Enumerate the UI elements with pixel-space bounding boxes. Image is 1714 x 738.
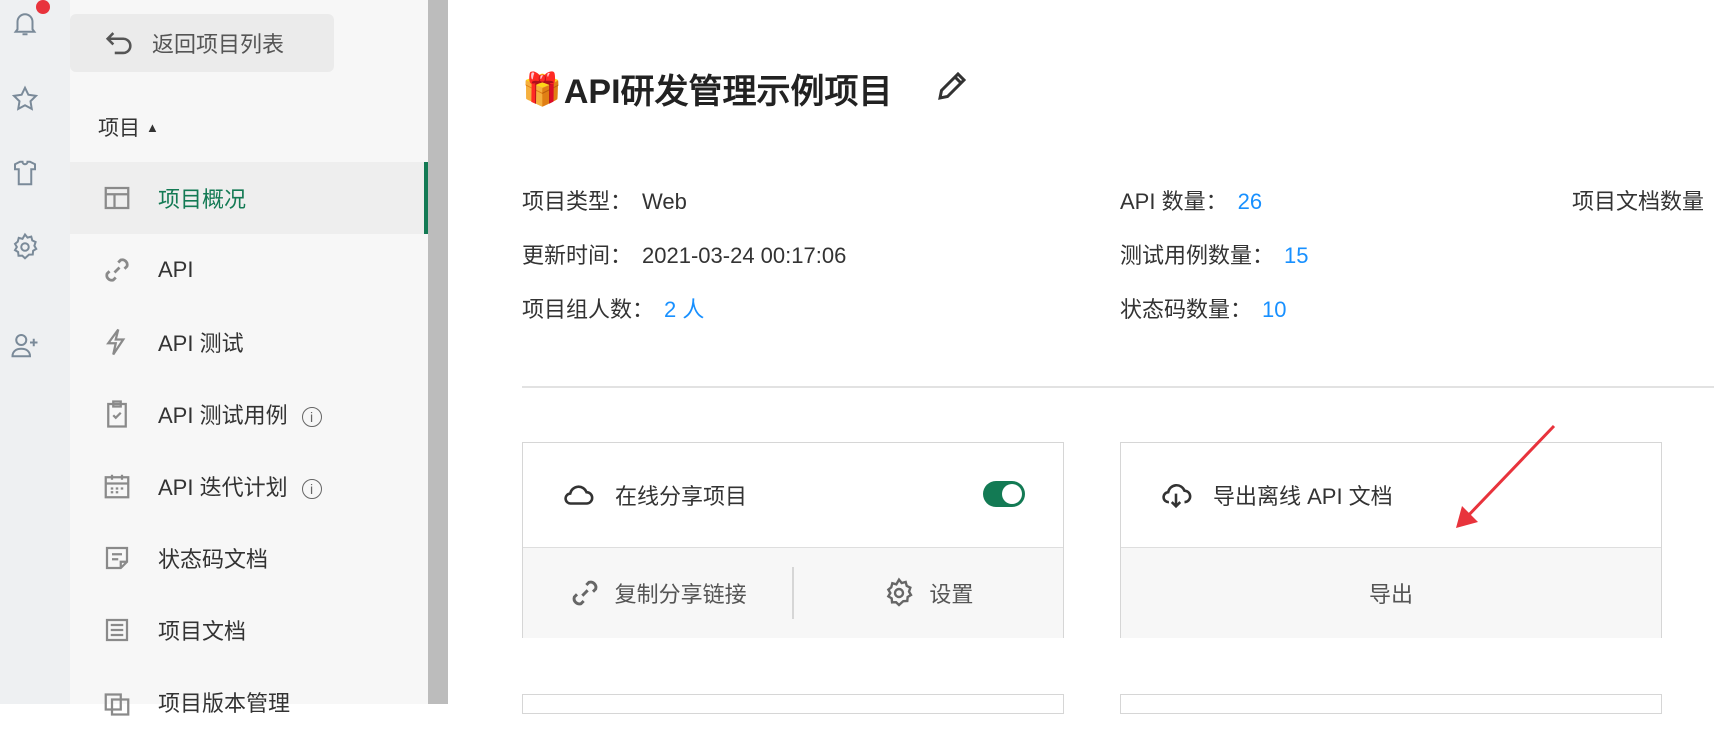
edit-pencil-icon[interactable]: [934, 68, 970, 104]
sidebar-item-label: API: [158, 257, 194, 282]
lightning-icon: [100, 325, 134, 359]
meta-label: 状态码数量：: [1120, 297, 1253, 322]
sidebar-scrollbar[interactable]: [428, 0, 448, 704]
section-project-toggle[interactable]: 项目 ▲: [98, 112, 159, 142]
meta-status-code-count: 状态码数量： 10: [1120, 292, 1287, 324]
settings-icon[interactable]: [8, 230, 42, 264]
project-name: API研发管理示例项目: [563, 73, 893, 111]
export-card-title: 导出离线 API 文档: [1213, 484, 1393, 509]
project-sidebar: 返回项目列表 项目 ▲ 项目概况 API API 测试 API 测试用例 i A…: [70, 0, 428, 716]
meta-project-type: 项目类型： Web: [522, 184, 687, 216]
sidebar-item-overview[interactable]: 项目概况: [70, 162, 428, 234]
info-icon[interactable]: i: [301, 407, 322, 428]
annotation-arrow: [1456, 424, 1556, 528]
export-card-header: 导出离线 API 文档: [1121, 443, 1661, 547]
link-icon: [572, 580, 597, 606]
chevron-up-icon: ▲: [146, 119, 159, 135]
next-card-right: [1120, 694, 1662, 714]
export-button[interactable]: 导出: [1121, 548, 1661, 638]
next-card-left: [522, 694, 1064, 714]
share-card-title: 在线分享项目: [615, 484, 748, 509]
version-icon: [100, 685, 134, 719]
meta-updated-time: 更新时间： 2021-03-24 00:17:06: [522, 238, 846, 270]
meta-label: 项目组人数：: [522, 297, 655, 322]
back-label: 返回项目列表: [152, 32, 285, 57]
export-doc-card: 导出离线 API 文档 导出: [1120, 442, 1662, 638]
gear-icon: [887, 577, 914, 607]
note-icon: [100, 541, 134, 575]
cloud-icon: [564, 485, 594, 505]
meta-label: 项目类型：: [522, 189, 633, 214]
sidebar-item-status-code[interactable]: 状态码文档: [70, 522, 428, 594]
sidebar-item-label: API 迭代计划: [158, 475, 288, 500]
sidebar-item-label: 项目概况: [158, 187, 247, 212]
sidebar-item-label: 项目文档: [158, 619, 247, 644]
meta-testcase-count: 测试用例数量： 15: [1120, 238, 1309, 270]
notification-badge: [36, 0, 50, 14]
api-count-link[interactable]: 26: [1238, 189, 1262, 214]
shirt-icon[interactable]: [8, 156, 42, 190]
sidebar-item-version[interactable]: 项目版本管理: [70, 666, 428, 738]
status-code-count-link[interactable]: 10: [1262, 297, 1286, 322]
sidebar-item-label: 项目版本管理: [158, 691, 291, 716]
meta-value: 2021-03-24 00:17:06: [642, 243, 847, 268]
sidebar-item-api[interactable]: API: [70, 234, 428, 306]
sidebar-item-label: API 测试: [158, 331, 244, 356]
calendar-icon: [100, 469, 134, 503]
cloud-download-icon: [1162, 484, 1192, 509]
sidebar-item-project-docs[interactable]: 项目文档: [70, 594, 428, 666]
sidebar-item-label: 状态码文档: [158, 547, 269, 572]
share-card-header: 在线分享项目: [523, 443, 1063, 547]
copy-share-link-button[interactable]: 复制分享链接: [523, 548, 792, 638]
meta-label: API 数量：: [1120, 189, 1228, 214]
list-doc-icon: [100, 613, 134, 647]
sidebar-item-label-wrap: API 迭代计划 i: [158, 470, 322, 502]
info-icon[interactable]: i: [301, 479, 322, 500]
sidebar-item-label-wrap: API 测试用例 i: [158, 398, 322, 430]
meta-api-count: API 数量： 26: [1120, 184, 1262, 216]
sidebar-item-api-testcase[interactable]: API 测试用例 i: [70, 378, 428, 450]
testcase-count-link[interactable]: 15: [1284, 243, 1308, 268]
share-settings-label: 设置: [929, 582, 974, 607]
copy-share-link-label: 复制分享链接: [614, 582, 747, 607]
gift-emoji: 🎁: [522, 70, 562, 107]
add-user-icon[interactable]: [8, 328, 42, 362]
dashboard-icon: [100, 181, 134, 215]
icon-rail: [0, 0, 70, 704]
meta-label: 项目文档数量: [1572, 189, 1705, 214]
link-icon: [100, 253, 134, 287]
section-divider: [522, 386, 1714, 388]
page-title: 🎁 API研发管理示例项目: [522, 64, 893, 113]
member-count-link[interactable]: 2 人: [664, 297, 704, 322]
sidebar-item-label: API 测试用例: [158, 403, 288, 428]
export-card-actions: 导出: [1121, 547, 1661, 638]
return-arrow-icon: [105, 32, 132, 55]
share-toggle[interactable]: [983, 481, 1025, 507]
star-icon[interactable]: [8, 82, 42, 116]
section-label: 项目: [98, 117, 140, 140]
meta-doc-count: 项目文档数量: [1572, 184, 1704, 216]
meta-value: Web: [642, 189, 687, 214]
meta-label: 测试用例数量：: [1120, 243, 1275, 268]
project-overview-main: 🎁 API研发管理示例项目 项目类型： Web 更新时间： 2021-03-24 0…: [448, 0, 1714, 714]
share-project-card: 在线分享项目 复制分享链接 设置: [522, 442, 1064, 638]
sidebar-item-api-iteration[interactable]: API 迭代计划 i: [70, 450, 428, 522]
back-to-project-list-button[interactable]: 返回项目列表: [70, 14, 334, 72]
share-card-actions: 复制分享链接 设置: [523, 547, 1063, 638]
meta-label: 更新时间：: [522, 243, 633, 268]
sidebar-item-api-test[interactable]: API 测试: [70, 306, 428, 378]
clipboard-check-icon: [100, 397, 134, 431]
meta-member-count: 项目组人数： 2 人: [522, 292, 704, 324]
export-label: 导出: [1368, 582, 1413, 607]
share-settings-button[interactable]: 设置: [794, 548, 1063, 638]
